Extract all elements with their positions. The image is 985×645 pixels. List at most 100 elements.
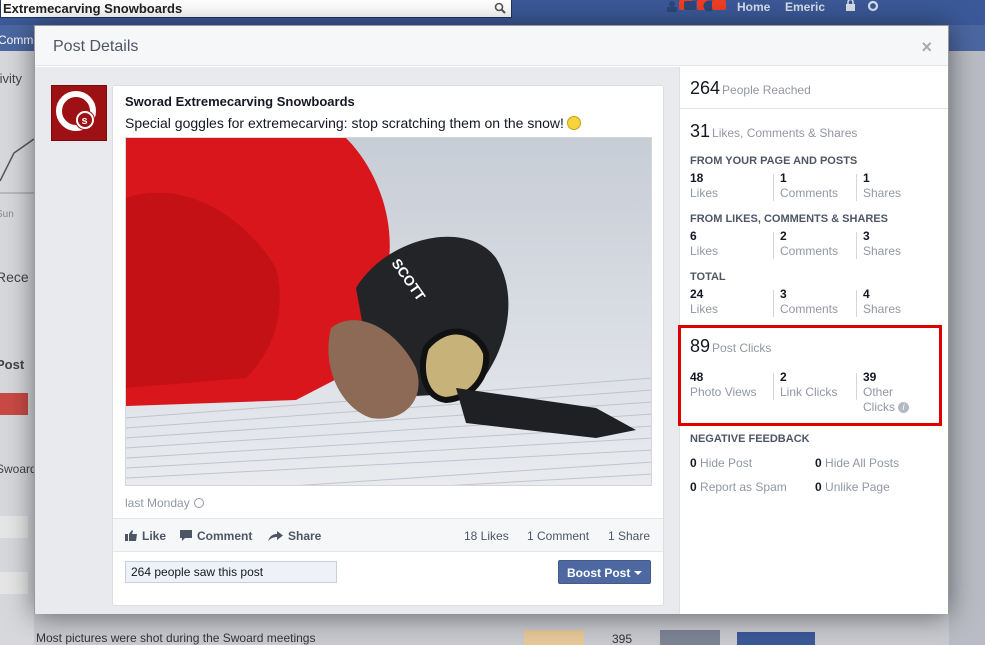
stat-label: Shares <box>863 244 902 258</box>
comment-button[interactable]: Comment <box>180 529 252 543</box>
post-thumbnail[interactable] <box>0 393 28 415</box>
post-photo[interactable]: SCOTT <box>125 137 652 486</box>
notification-badge <box>712 0 726 10</box>
stat-number: 0 <box>690 480 697 494</box>
post-text: Special goggles for extremecarving: stop… <box>125 114 581 131</box>
post-details-modal: Post Details × s Sworad Extremecarving S… <box>34 25 949 614</box>
from-page-comments: 1 Comments <box>780 171 838 201</box>
search-bar[interactable]: Extremecarving Snowboards <box>0 0 512 18</box>
boost-post-button[interactable]: Boost Post <box>558 560 651 584</box>
post-column-label: Post <box>0 357 25 372</box>
stat-label: Shares <box>863 186 902 200</box>
post-preview-text: Most pictures were shot during the Swoar… <box>36 631 316 645</box>
activity-chart <box>0 138 34 194</box>
stat-label: Hide All Posts <box>825 456 900 470</box>
from-page-shares: 1 Shares <box>863 171 901 201</box>
stat-number: 0 <box>815 480 822 494</box>
stat-number: 2 <box>780 229 787 243</box>
stat-number: 3 <box>780 287 787 301</box>
divider <box>773 290 774 317</box>
chart-day-label: Sun <box>0 209 14 220</box>
total-title: TOTAL <box>690 271 726 283</box>
post-thumbnail[interactable] <box>0 572 28 594</box>
total-comments: 3 Comments <box>780 287 838 317</box>
boost-label: Boost Post <box>567 566 631 580</box>
stat-label: Comments <box>780 186 839 200</box>
status-bar <box>660 630 720 645</box>
divider <box>856 174 857 201</box>
stat-number: 1 <box>863 171 870 185</box>
settings-gear-icon[interactable] <box>866 0 882 12</box>
from-page-title: FROM YOUR PAGE AND POSTS <box>690 155 858 167</box>
page-name[interactable]: Sworad Extremecarving Snowboards <box>125 94 355 109</box>
from-likes-comments: 2 Comments <box>780 229 838 259</box>
comment-bubble-icon <box>180 530 192 541</box>
engagement-label: Likes, Comments & Shares <box>712 126 858 140</box>
stat-label: Hide Post <box>700 456 753 470</box>
stat-number: 0 <box>690 456 697 470</box>
public-audience-icon <box>193 498 204 508</box>
nav-user[interactable]: Emeric <box>785 0 825 14</box>
post-thumbnail[interactable] <box>0 516 28 538</box>
stat-number: 1 <box>780 171 787 185</box>
stat-label: Comments <box>780 244 839 258</box>
post-time-label[interactable]: last Monday <box>125 496 190 510</box>
like-label: Like <box>142 529 167 543</box>
close-icon[interactable]: × <box>921 37 932 58</box>
boost-button-background[interactable] <box>737 632 815 645</box>
stat-label: Shares <box>863 302 902 316</box>
comment-label: Comment <box>197 529 253 543</box>
stat-number: 24 <box>690 287 704 301</box>
post-reach-number: 395 <box>612 632 633 645</box>
likes-count[interactable]: 18 Likes <box>464 529 509 543</box>
snowboarder-photo: SCOTT <box>126 138 651 485</box>
divider <box>856 290 857 317</box>
comments-count[interactable]: 1 Comment <box>527 529 589 543</box>
page-avatar[interactable]: s <box>51 85 107 141</box>
post-preview-panel: s Sworad Extremecarving Snowboards Speci… <box>35 67 679 614</box>
background-bottom-row: Most pictures were shot during the Swoar… <box>34 614 949 645</box>
divider <box>680 108 948 109</box>
report-spam-stat: 0 Report as Spam <box>690 480 787 494</box>
status-bar <box>524 630 584 645</box>
post-message: Special goggles for extremecarving: stop… <box>125 115 564 131</box>
search-input[interactable]: Extremecarving Snowboards <box>3 1 182 16</box>
post-card: Sworad Extremecarving Snowboards Special… <box>112 85 664 606</box>
shares-count[interactable]: 1 Share <box>608 529 650 543</box>
reached-number: 264 <box>690 78 721 98</box>
engagement-stat: 31 Likes, Comments & Shares <box>690 121 857 142</box>
modal-title: Post Details <box>53 38 139 55</box>
sworad-logo-icon: s <box>56 91 96 131</box>
post-actions-bar: Like Comment Share 18 Likes 1 Comment 1 … <box>113 518 663 552</box>
post-thumbnail-label: Swoard <box>0 462 37 476</box>
dropdown-caret-icon <box>634 571 643 575</box>
unlike-page-stat: 0 Unlike Page <box>815 480 890 494</box>
from-likes-shares: 3 Shares <box>863 229 901 259</box>
share-label: Share <box>288 529 322 543</box>
hide-all-posts-stat: 0 Hide All Posts <box>815 456 899 470</box>
engagement-number: 31 <box>690 121 711 141</box>
total-likes: 24 Likes <box>690 287 718 317</box>
post-timestamp[interactable]: last Monday <box>125 496 204 510</box>
like-button[interactable]: Like <box>125 529 166 543</box>
share-arrow-icon <box>268 531 283 541</box>
recent-label: Rece <box>0 269 29 285</box>
search-icon[interactable] <box>494 2 506 14</box>
stat-number: 0 <box>815 456 822 470</box>
people-reached-stat: 264 People Reached <box>690 78 811 99</box>
modal-header: Post Details × <box>35 26 948 66</box>
stat-number: 4 <box>863 287 870 301</box>
share-button[interactable]: Share <box>268 529 321 543</box>
lock-icon[interactable] <box>843 0 859 12</box>
nav-home[interactable]: Home <box>737 0 770 14</box>
stat-label: Comments <box>780 302 839 316</box>
people-saw-post: 264 people saw this post <box>125 561 337 583</box>
stat-label: Likes <box>690 244 719 258</box>
from-likes-likes: 6 Likes <box>690 229 718 259</box>
stat-label: Likes <box>690 302 719 316</box>
stat-number: 6 <box>690 229 697 243</box>
from-likes-title: FROM LIKES, COMMENTS & SHARES <box>690 213 889 225</box>
from-page-likes: 18 Likes <box>690 171 718 201</box>
divider <box>773 232 774 259</box>
activity-label: tivity <box>0 71 22 86</box>
